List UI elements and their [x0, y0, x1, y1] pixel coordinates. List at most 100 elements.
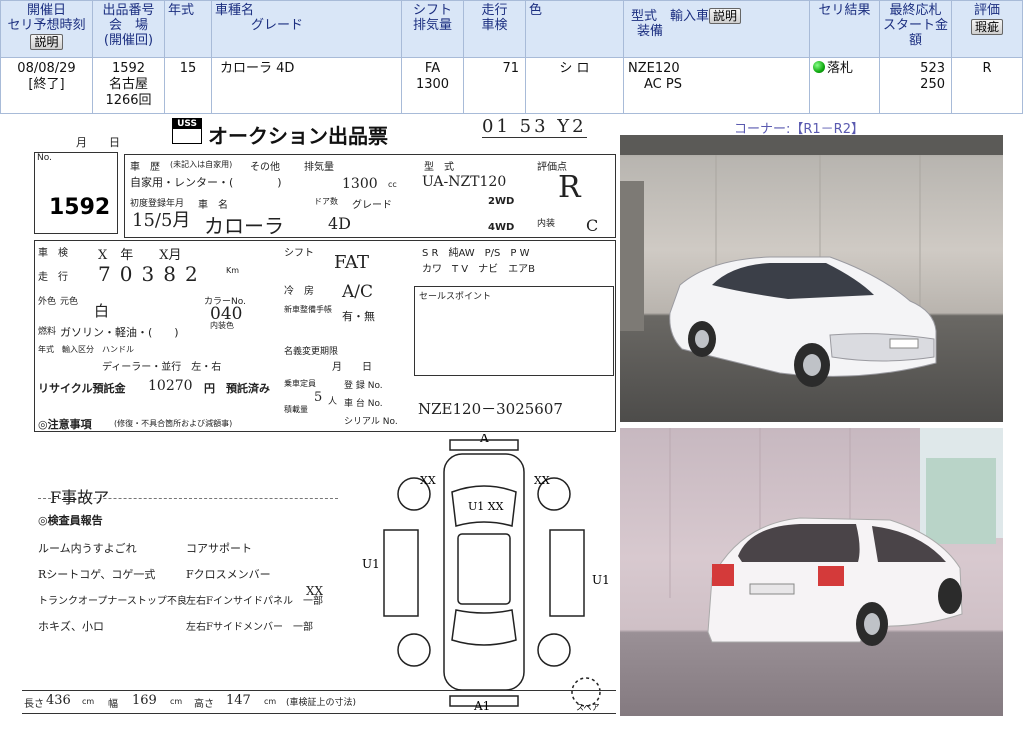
sheet-stamp: 01 53 Y2	[482, 118, 587, 138]
mileage-digit: 8	[163, 262, 185, 286]
mileage-digits: 70382	[98, 262, 207, 286]
capacity-value: 5	[314, 390, 323, 405]
grade-name-label: グレード	[352, 200, 392, 211]
dimensions-row: 長さ 436 cm 幅 169 cm 高さ 147 cm (車検証上の寸法)	[22, 690, 616, 714]
car-body-outline	[443, 453, 525, 691]
header-lot: 出品番号 会 場 (開催回)	[92, 0, 165, 58]
header-grade-label: 評価	[973, 3, 1000, 18]
header-type-label: 型式 輸入車	[631, 9, 710, 24]
grade-score-value: R	[558, 170, 581, 205]
row-shift: FA	[424, 61, 441, 76]
history-value: 自家用・レンター・( )	[130, 176, 282, 189]
doors-label: ドア数	[314, 197, 338, 206]
inspection-label: 車 検	[38, 248, 68, 259]
width-label: 幅	[108, 699, 118, 710]
report-right-line: 左右Fサイドメンバー 一部	[186, 622, 313, 633]
fuel-label: 燃料	[38, 327, 57, 337]
chassis-no-value: NZE120－3025607	[418, 400, 563, 418]
cell-mileage: 71	[463, 57, 526, 114]
row-start-price: 250	[920, 77, 945, 92]
header-year: 年式	[164, 0, 212, 58]
cell-bid: 523 250	[879, 57, 952, 114]
drive-2wd: 2WD	[488, 196, 515, 207]
row-mileage: 71	[502, 61, 519, 76]
header-date-line1: 開催日	[26, 3, 66, 18]
dimensions-note: (車検証上の寸法)	[286, 698, 357, 708]
header-shift-line1: シフト	[412, 3, 452, 18]
row-year: 15	[179, 61, 197, 76]
cell-shift: FA 1300	[401, 57, 464, 114]
listing-header-row: 開催日 セリ予想時刻 説明 出品番号 会 場 (開催回) 年式 車種名 グレード…	[0, 0, 1023, 58]
car-photo-rear[interactable]	[620, 428, 1003, 716]
model-code-label: 型 式	[424, 162, 454, 173]
header-mileage: 走行 車検	[463, 0, 526, 58]
sales-point-box: セールスポイント	[414, 286, 614, 376]
grade-defect-button[interactable]: 瑕疵	[970, 19, 1003, 35]
cell-lot: 1592 名古屋 1266回	[92, 57, 165, 114]
width-unit: cm	[170, 697, 183, 706]
import-value: ディーラー・並行 左・右	[102, 362, 222, 373]
header-date-line2: セリ予想時刻	[7, 18, 86, 33]
cell-type: NZE120 AC PS	[623, 57, 810, 114]
right-side-panel	[549, 529, 585, 617]
diagram-mark-left: U1	[362, 557, 380, 571]
ac-label: 冷 房	[284, 286, 314, 297]
reg-label: 登 録 No.	[344, 381, 383, 391]
type-help-button[interactable]: 説明	[709, 8, 742, 24]
width-value: 169	[132, 693, 157, 708]
displacement-label: 排気量	[304, 162, 334, 173]
cell-year: 15	[164, 57, 212, 114]
header-date: 開催日 セリ予想時刻 説明	[0, 0, 93, 58]
header-lot-line3: (開催回)	[103, 33, 154, 48]
date-help-button[interactable]: 説明	[30, 34, 63, 50]
row-type-code: NZE120	[628, 61, 680, 76]
report-left-line: ホキズ、小ロ	[38, 620, 104, 633]
uss-logo: USS	[172, 118, 202, 144]
mileage-unit: Km	[226, 266, 240, 275]
left-side-panel	[383, 529, 419, 617]
header-result: セリ結果	[809, 0, 880, 58]
diagram-mark-front-left: XX	[420, 474, 436, 487]
notes-label: ◎注意事項	[38, 418, 92, 431]
sheet-title: オークション出品票	[208, 124, 388, 148]
cell-color: シ ロ	[525, 57, 624, 114]
warranty-label: 新車整備手帳	[284, 305, 332, 314]
row-status: [終了]	[28, 77, 65, 92]
car-name-label: 車 名	[198, 200, 228, 211]
doors-value: 4D	[328, 214, 352, 233]
mileage-digit: 3	[141, 262, 164, 286]
car-front-illustration	[620, 135, 1003, 387]
serial-label: シリアル No.	[344, 417, 398, 427]
recycle-value: 10270	[148, 378, 193, 394]
height-unit: cm	[264, 697, 277, 706]
report-left-line: トランクオープナーストップ不良	[38, 596, 187, 607]
capacity-unit: 人	[328, 397, 338, 407]
report-left-line: ルーム内うすよごれ	[38, 542, 137, 555]
history-sub: (未記入は自家用)	[170, 160, 233, 169]
history-label: 車 歴	[130, 162, 160, 173]
diagram-mark-hood: U1 XX	[468, 500, 504, 513]
uss-logo-text: USS	[173, 119, 201, 129]
header-shift-line2: 排気量	[412, 18, 452, 33]
header-model-line2: グレード	[251, 18, 304, 33]
listing-row[interactable]: 08/08/29 [終了] 1592 名古屋 1266回 15 カローラ 4D …	[0, 57, 1023, 114]
report-right-line: 左右Fインサイドパネル 一部	[186, 596, 323, 607]
header-model: 車種名 グレード	[211, 0, 402, 58]
row-venue: 名古屋	[108, 77, 148, 92]
mileage-digit: 7	[98, 262, 120, 286]
first-reg-value: 15/5月	[132, 210, 191, 231]
import-label: 年式 輸入区分 ハンドル	[38, 345, 134, 354]
height-value: 147	[226, 693, 251, 708]
auction-sheet-image[interactable]: 月 日 USS オークション出品票 01 53 Y2 No. 1592 車 歴 …	[22, 118, 616, 720]
rear-right-wheel	[537, 633, 571, 667]
row-model: カローラ 4D	[220, 61, 295, 76]
mileage-digit: 2	[184, 262, 207, 286]
sold-status-icon	[813, 61, 825, 73]
roof-shape	[457, 533, 511, 605]
interior-label: 内装	[537, 219, 556, 229]
name-change-label: 名義変更期限	[284, 347, 339, 357]
car-photo-front[interactable]	[620, 135, 1003, 422]
row-date: 08/08/29	[17, 61, 76, 76]
diagram-mark-front-right: XX	[534, 474, 550, 487]
equipment-row2: カワ T V ナビ エアB	[422, 264, 535, 275]
